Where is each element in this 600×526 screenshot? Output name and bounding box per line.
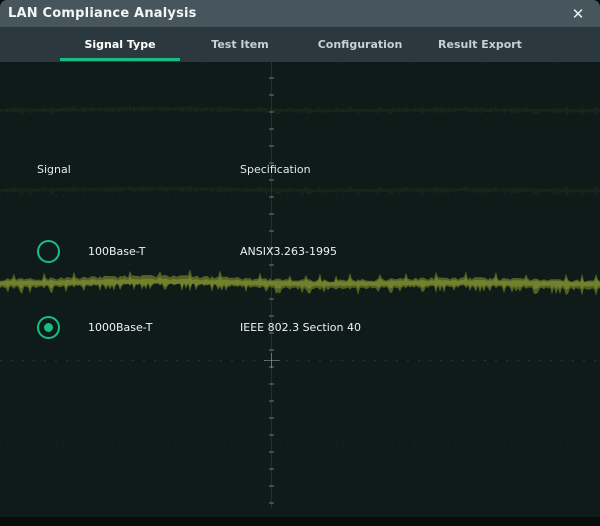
dialog-titlebar: LAN Compliance Analysis ✕ (0, 0, 600, 27)
signal-specification: ANSIX3.263-1995 (240, 240, 337, 263)
tab-label: Signal Type (84, 38, 155, 51)
column-header-specification: Specification (240, 163, 311, 176)
signal-row-1000base-t[interactable]: 1000Base-T IEEE 802.3 Section 40 (0, 316, 600, 339)
close-button[interactable]: ✕ (564, 0, 592, 27)
oscilloscope-screen: LAN Compliance Analysis ✕ Signal Type Te… (0, 0, 600, 526)
radio-1000base-t[interactable] (37, 316, 60, 339)
tab-signal-type[interactable]: Signal Type (60, 27, 180, 62)
dialog-tabbar: Signal Type Test Item Configuration Resu… (0, 27, 600, 62)
column-header-signal: Signal (37, 163, 71, 176)
tab-label: Configuration (318, 38, 403, 51)
tab-result-export[interactable]: Result Export (420, 27, 540, 62)
tab-label: Test Item (211, 38, 268, 51)
signal-row-100base-t[interactable]: 100Base-T ANSIX3.263-1995 (0, 240, 600, 263)
tab-label: Result Export (438, 38, 522, 51)
signal-name: 100Base-T (88, 240, 145, 263)
radio-100base-t[interactable] (37, 240, 60, 263)
dialog-body: Signal Specification 100Base-T ANSIX3.26… (0, 62, 600, 517)
screen-bottom-edge (0, 517, 600, 526)
tab-test-item[interactable]: Test Item (180, 27, 300, 62)
signal-name: 1000Base-T (88, 316, 152, 339)
signal-specification: IEEE 802.3 Section 40 (240, 316, 361, 339)
close-icon: ✕ (572, 5, 585, 23)
tab-configuration[interactable]: Configuration (300, 27, 420, 62)
dialog-title: LAN Compliance Analysis (8, 6, 197, 21)
